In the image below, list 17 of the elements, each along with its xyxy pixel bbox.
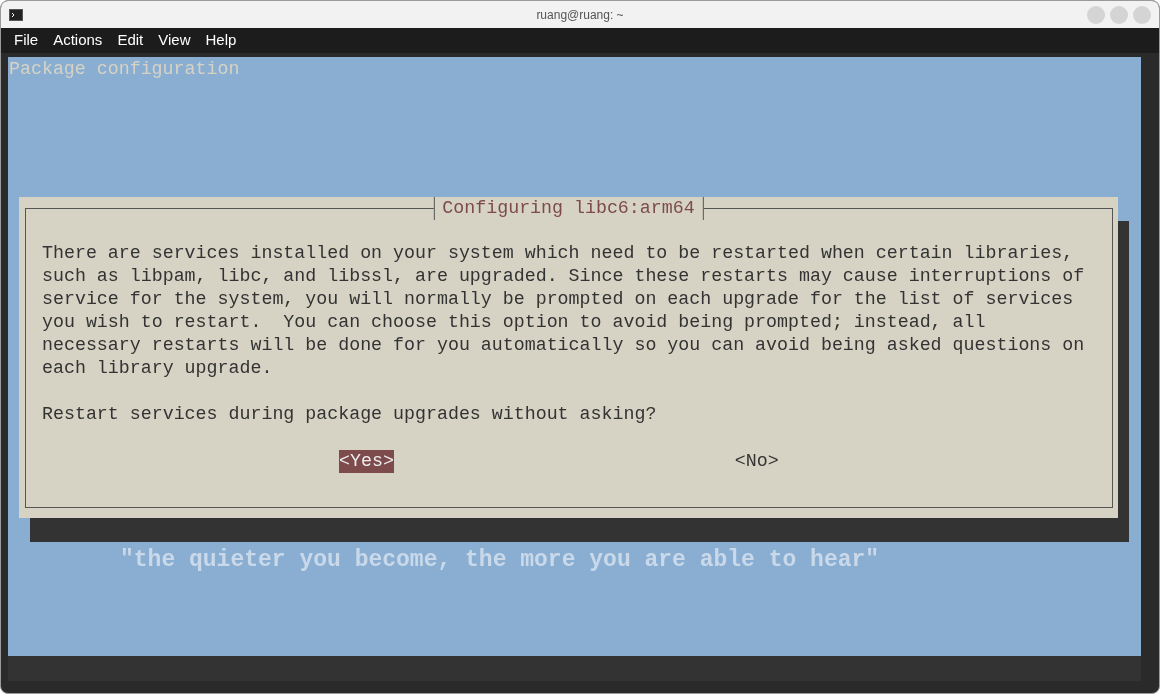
menu-item[interactable]: Edit	[110, 29, 151, 52]
maximize-button[interactable]	[1110, 5, 1128, 24]
menu-item[interactable]: View	[151, 29, 198, 52]
header-text: Package configuration	[9, 58, 240, 81]
message-text: There are services installed on your system which need to be restarted when certain libraries, such as libpam, libc, and libssl, are upgraded. Since these restarts may cause interruptions of service for the system, you will normally be prompted on each upgrade for the list of services you wish to restart. You can choose this option to avoid being prompted; instead, all necessary restarts will be done for you automatically so you can avoid being asked questions on each library upgrade.	[42, 242, 1085, 380]
dialog-option[interactable]: <No>	[734, 450, 779, 473]
question-text: Restart services during package upgrades without asking?	[42, 403, 657, 426]
menu-item[interactable]: Actions	[46, 29, 110, 52]
dialog-title: Configuring libc6:arm64	[433, 197, 704, 220]
minimize-button[interactable]	[1087, 5, 1105, 24]
close-button[interactable]	[1133, 5, 1151, 24]
menu-item[interactable]: File	[7, 29, 46, 52]
menu-item[interactable]: Help	[198, 29, 244, 52]
wallpaper-quote: "the quieter you become, the more you are able to hear"	[120, 546, 880, 574]
dialog-option[interactable]: <Yes>	[339, 450, 394, 473]
window-title: ruang@ruang: ~	[536, 6, 624, 24]
terminal-icon	[9, 8, 23, 21]
